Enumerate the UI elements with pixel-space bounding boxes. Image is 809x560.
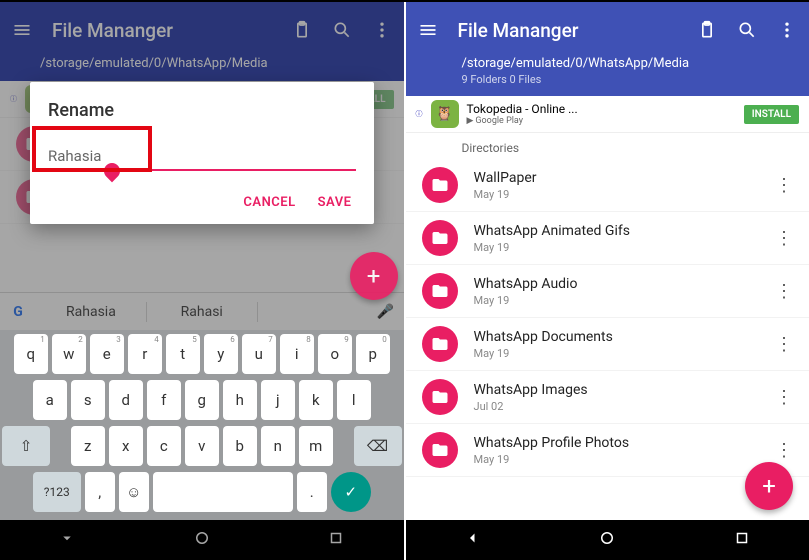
path-text: /storage/emulated/0/WhatsApp/Media	[462, 56, 794, 71]
dialog-title: Rename	[48, 100, 356, 121]
item-overflow-icon[interactable]: ⋮	[767, 175, 801, 196]
folder-icon	[422, 167, 458, 203]
key-s[interactable]: s	[71, 380, 105, 420]
folder-name: WhatsApp Audio	[474, 276, 752, 292]
key-q[interactable]: q1	[14, 334, 48, 374]
folder-name: WallPaper	[474, 170, 752, 186]
folder-icon	[422, 432, 458, 468]
ad-banner[interactable]: ⓘ 🦉 Tokopedia - Online ... ▶ Google Play…	[406, 96, 809, 133]
key-g[interactable]: g	[185, 380, 219, 420]
key-v[interactable]: v	[185, 426, 219, 466]
item-overflow-icon[interactable]: ⋮	[767, 334, 801, 355]
appbar: File Mananger /storage/emulated/0/WhatsA…	[406, 2, 809, 96]
key-e[interactable]: e3	[90, 334, 124, 374]
folder-date: May 19	[474, 188, 752, 201]
folder-date: May 19	[474, 347, 752, 360]
fab-add-button[interactable]: +	[350, 252, 398, 300]
key-i[interactable]: i8	[280, 334, 314, 374]
folder-list[interactable]: WallPaper May 19 ⋮ WhatsApp Animated Gifs Ma…	[406, 159, 809, 520]
key-m[interactable]: m	[299, 426, 333, 466]
space-key[interactable]	[153, 472, 293, 512]
folder-icon	[422, 273, 458, 309]
nav-back-icon[interactable]	[464, 529, 482, 551]
ad-store: ▶ Google Play	[467, 116, 736, 126]
shift-key[interactable]: ⇧	[2, 426, 50, 466]
key-z[interactable]: z	[71, 426, 105, 466]
key-t[interactable]: t5	[166, 334, 200, 374]
folder-name: WhatsApp Profile Photos	[474, 435, 752, 451]
list-item[interactable]: WhatsApp Profile Photos May 19 ⋮	[406, 424, 809, 477]
folder-icon	[422, 379, 458, 415]
fab-add-button[interactable]: +	[745, 462, 793, 510]
item-overflow-icon[interactable]: ⋮	[767, 387, 801, 408]
folder-icon	[422, 326, 458, 362]
phone-right-file-list: File Mananger /storage/emulated/0/WhatsA…	[404, 2, 809, 560]
ad-title: Tokopedia - Online ...	[467, 102, 736, 116]
comma-key[interactable]: ,	[85, 472, 115, 512]
list-item[interactable]: WhatsApp Animated Gifs May 19 ⋮	[406, 212, 809, 265]
folder-date: Jul 02	[474, 400, 752, 413]
folder-counts: 9 Folders 0 Files	[462, 73, 794, 86]
phone-left-rename-dialog: File Mananger /storage/emulated/0/WhatsA…	[0, 2, 404, 560]
folder-name: WhatsApp Documents	[474, 329, 752, 345]
list-item[interactable]: WhatsApp Documents May 19 ⋮	[406, 318, 809, 371]
android-navbar	[406, 520, 809, 560]
rename-dialog: Rename CANCEL SAVE	[30, 82, 374, 224]
key-x[interactable]: x	[109, 426, 143, 466]
key-f[interactable]: f	[147, 380, 181, 420]
key-n[interactable]: n	[261, 426, 295, 466]
app-title: File Mananger	[458, 19, 678, 42]
folder-date: May 19	[474, 294, 752, 307]
rename-input[interactable]	[48, 145, 356, 171]
ad-install-button[interactable]: INSTALL	[744, 105, 799, 124]
emoji-key[interactable]: ☺	[119, 472, 149, 512]
enter-key[interactable]: ✓	[331, 472, 371, 512]
overflow-icon[interactable]	[777, 20, 797, 40]
key-w[interactable]: w2	[52, 334, 86, 374]
item-overflow-icon[interactable]: ⋮	[767, 440, 801, 461]
item-overflow-icon[interactable]: ⋮	[767, 281, 801, 302]
period-key[interactable]: .	[297, 472, 327, 512]
symbols-key[interactable]: ?123	[33, 472, 81, 512]
folder-name: WhatsApp Images	[474, 382, 752, 398]
ad-info-icon: ⓘ	[416, 109, 423, 119]
search-icon[interactable]	[737, 20, 757, 40]
menu-icon[interactable]	[418, 20, 438, 40]
section-label: Directories	[406, 133, 809, 159]
key-r[interactable]: r4	[128, 334, 162, 374]
key-j[interactable]: j	[261, 380, 295, 420]
key-p[interactable]: p0	[356, 334, 390, 374]
cancel-button[interactable]: CANCEL	[243, 195, 295, 210]
folder-name: WhatsApp Animated Gifs	[474, 223, 752, 239]
key-b[interactable]: b	[223, 426, 257, 466]
list-item[interactable]: WallPaper May 19 ⋮	[406, 159, 809, 212]
nav-recents-icon[interactable]	[733, 529, 751, 551]
key-h[interactable]: h	[223, 380, 257, 420]
key-u[interactable]: u7	[242, 334, 276, 374]
save-button[interactable]: SAVE	[318, 195, 352, 210]
nav-home-icon[interactable]	[598, 529, 616, 551]
folder-date: May 19	[474, 241, 752, 254]
key-a[interactable]: a	[33, 380, 67, 420]
key-k[interactable]: k	[299, 380, 333, 420]
backspace-key[interactable]: ⌫	[354, 426, 402, 466]
folder-date: May 19	[474, 453, 752, 466]
item-overflow-icon[interactable]: ⋮	[767, 228, 801, 249]
key-o[interactable]: o9	[318, 334, 352, 374]
folder-icon	[422, 220, 458, 256]
clipboard-icon[interactable]	[697, 20, 717, 40]
list-item[interactable]: WhatsApp Audio May 19 ⋮	[406, 265, 809, 318]
ad-app-icon: 🦉	[431, 100, 459, 128]
key-l[interactable]: l	[337, 380, 371, 420]
key-c[interactable]: c	[147, 426, 181, 466]
list-item[interactable]: WhatsApp Images Jul 02 ⋮	[406, 371, 809, 424]
key-y[interactable]: y6	[204, 334, 238, 374]
key-d[interactable]: d	[109, 380, 143, 420]
